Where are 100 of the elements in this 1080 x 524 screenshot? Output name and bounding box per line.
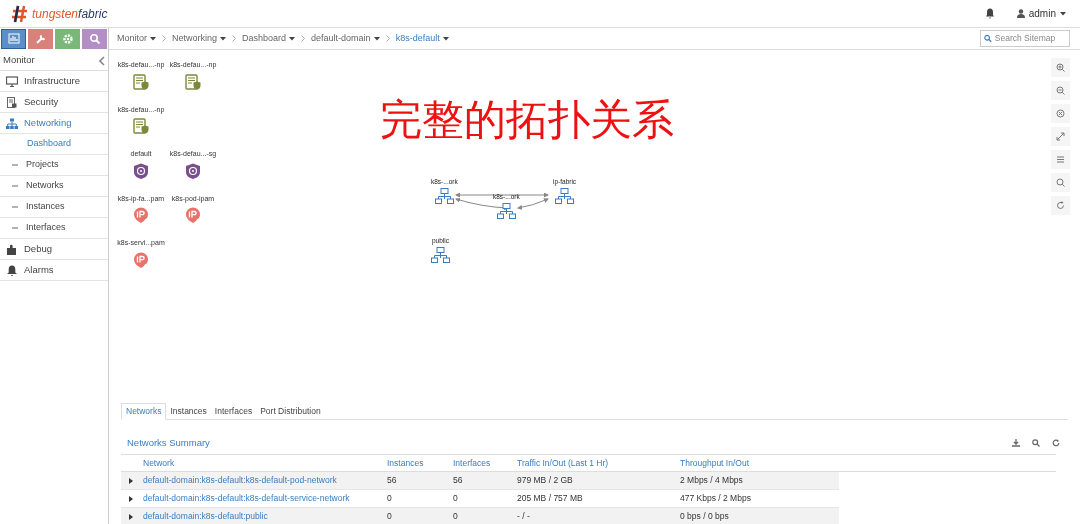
column-header[interactable]: Instances (387, 456, 453, 470)
column-header[interactable]: Interfaces (453, 456, 517, 470)
caret-right-icon[interactable] (129, 477, 133, 484)
sidebar-subitem[interactable]: Dashboard (0, 134, 108, 155)
shield-icon[interactable] (185, 162, 201, 180)
dash-icon (12, 206, 18, 208)
sidebar-subitem[interactable]: Instances (0, 197, 108, 218)
graph-control-button[interactable] (1051, 81, 1070, 100)
chevron-icon (162, 35, 166, 42)
caret-right-icon[interactable] (129, 495, 133, 502)
caret-icon (150, 36, 156, 41)
sidebar-subitem[interactable]: Networks (0, 176, 108, 197)
collapse-icon[interactable] (99, 55, 105, 66)
user-icon (1016, 9, 1025, 18)
network-link[interactable]: default-domain:k8s-default:public (143, 510, 387, 523)
zoom-in-icon (1056, 63, 1065, 72)
caret-icon (1060, 11, 1066, 16)
table-cell-text: 477 Kbps / 2 Mbps (680, 492, 752, 505)
network-icon[interactable] (496, 202, 516, 219)
sidebar-title: Monitor (3, 53, 35, 68)
network-icon[interactable] (434, 187, 454, 204)
table-cell-text: 2 Mbps / 4 Mbps (680, 474, 744, 487)
graph-control-button[interactable] (1051, 58, 1070, 77)
table-cell-text: 979 MB / 2 GB (517, 474, 574, 487)
ip-pin-icon[interactable] (133, 207, 149, 224)
table-cell-text: 0 (387, 510, 393, 523)
table-cell-text: 0 (387, 492, 393, 505)
network-link[interactable]: default-domain:k8s-default:k8s-default-service-network (143, 492, 387, 505)
dash-icon (12, 185, 18, 187)
sidebar-item[interactable]: Infrastructure (0, 71, 108, 92)
graph-control-button[interactable] (1051, 104, 1070, 123)
chart-icon (7, 33, 20, 45)
toolbar-button[interactable] (82, 29, 107, 49)
wrench-icon (34, 33, 47, 45)
search-field[interactable]: Search Sitemap (980, 30, 1070, 47)
caret-right-icon[interactable] (129, 513, 133, 520)
column-header[interactable]: Network (143, 456, 387, 470)
document-shield-icon[interactable] (185, 73, 201, 91)
ip-pin-icon[interactable] (133, 251, 149, 269)
sidebar-item[interactable]: Debug (0, 239, 108, 260)
tab[interactable]: Interfaces (210, 403, 257, 420)
breadcrumb-link[interactable]: Networking (172, 31, 227, 46)
annotation-text: 完整的拓扑关系 (380, 95, 674, 145)
column-header[interactable]: Throughput In/Out (680, 456, 830, 470)
search-icon (984, 34, 992, 43)
sidebar-item[interactable]: Networking (0, 113, 108, 134)
table-cell-text: 0 (453, 510, 459, 523)
document-lock-icon (6, 96, 18, 108)
dash-icon (12, 227, 18, 229)
chevron-icon (232, 35, 237, 42)
table-cell-text: 0 (453, 492, 459, 505)
breadcrumb-link[interactable]: Dashboard (242, 31, 296, 46)
user-menu[interactable]: admin (1016, 6, 1066, 21)
toolbar-button[interactable] (28, 29, 53, 49)
ip-pin-icon[interactable] (185, 207, 201, 224)
bell-icon (6, 264, 18, 276)
table-cell-text: 0 bps / 0 bps (680, 510, 730, 523)
bell-icon[interactable] (984, 8, 995, 19)
zoom-out-icon (1056, 86, 1065, 95)
table-cell-text: 56 (387, 474, 398, 487)
search-icon (1056, 178, 1065, 187)
toolbar-button[interactable] (55, 29, 80, 49)
search-icon[interactable] (1032, 439, 1040, 447)
caret-icon (220, 36, 227, 41)
sidebar-subitem[interactable]: Projects (0, 155, 108, 176)
table-cell-text: 56 (453, 474, 464, 487)
logo-text: tungstenfabric (32, 5, 108, 23)
document-shield-icon[interactable] (133, 118, 149, 135)
search-icon (88, 33, 101, 45)
toolbar-button[interactable] (1, 29, 26, 49)
graph-control-button[interactable] (1051, 196, 1070, 215)
monitor-icon (6, 75, 18, 87)
sidebar-item[interactable]: Security (0, 92, 108, 113)
breadcrumb-link[interactable]: Monitor (117, 31, 156, 46)
dash-icon (12, 164, 18, 166)
document-shield-icon[interactable] (133, 73, 149, 91)
menu-icon (1056, 155, 1065, 164)
network-icon[interactable] (555, 187, 575, 204)
table-cell-text: - / - (517, 510, 531, 523)
tab[interactable]: Instances (166, 403, 211, 420)
table-cell-text: 205 MB / 757 MB (517, 492, 584, 505)
chevron-icon (301, 35, 306, 42)
shield-icon[interactable] (133, 162, 149, 180)
column-header[interactable]: Traffic In/Out (Last 1 Hr) (517, 456, 680, 470)
sidebar-subitem[interactable]: Interfaces (0, 218, 108, 239)
download-icon[interactable] (1012, 439, 1020, 447)
refresh-icon (1056, 201, 1065, 210)
breadcrumb-link[interactable]: default-domain (311, 31, 380, 46)
logo-icon (10, 4, 30, 23)
sidebar-item[interactable]: Alarms (0, 260, 108, 281)
network-icon[interactable] (431, 246, 450, 263)
hierarchy-icon (6, 117, 18, 129)
reset-icon (1056, 109, 1065, 118)
refresh-icon[interactable] (1052, 439, 1060, 447)
tab[interactable]: Port Distribution (256, 403, 325, 420)
network-link[interactable]: default-domain:k8s-default:k8s-default-pod-network (143, 474, 387, 487)
caret-icon (289, 36, 296, 41)
graph-control-button[interactable] (1051, 173, 1070, 192)
tab[interactable]: Networks (121, 403, 167, 420)
breadcrumb-link[interactable]: k8s-default (395, 31, 449, 46)
